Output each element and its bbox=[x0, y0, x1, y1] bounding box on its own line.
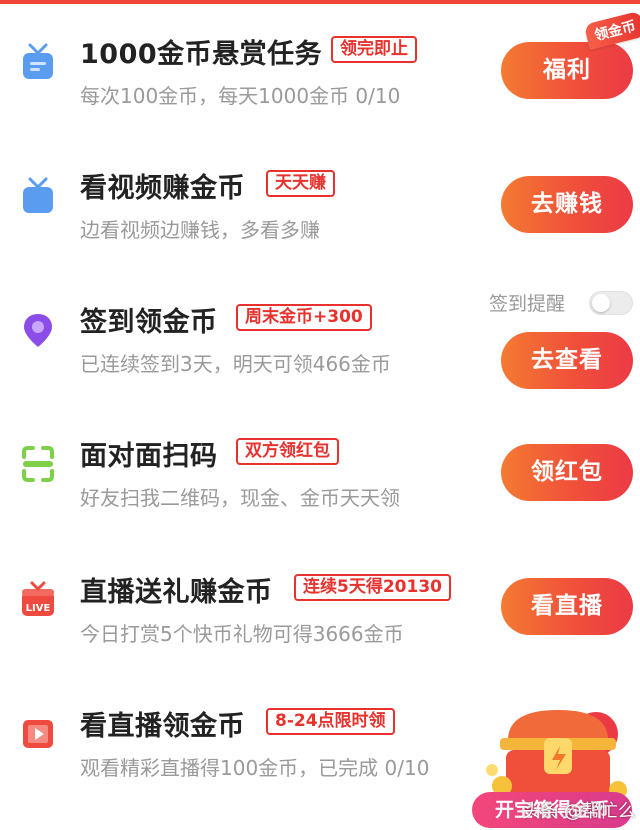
task-description: 边看视频边赚钱，多看多赚 bbox=[80, 218, 320, 242]
task-badge: 领完即止 bbox=[331, 36, 417, 63]
task-reward-bounty: 1000金币悬赏任务 领完即止 每次100金币，每天1000金币 0/10 福利… bbox=[0, 10, 640, 158]
welfare-button[interactable]: 福利 bbox=[501, 42, 633, 99]
task-badge: 周末金币+300 bbox=[236, 304, 372, 331]
task-live-gift: LIVE 直播送礼赚金币 连续5天得20130 今日打赏5个快币礼物可得3666… bbox=[0, 574, 640, 696]
top-accent-bar bbox=[0, 0, 640, 4]
task-face-to-face-scan: 面对面扫码 双方领红包 好友扫我二维码，现金、金币天天领 领红包 bbox=[0, 438, 640, 560]
task-title: 签到领金币 bbox=[80, 307, 218, 338]
watch-live-button[interactable]: 看直播 bbox=[501, 578, 633, 635]
open-treasure-chest-button[interactable]: 开宝箱得金币 bbox=[472, 792, 632, 828]
view-button[interactable]: 去查看 bbox=[501, 332, 633, 389]
red-packet-button[interactable]: 领红包 bbox=[501, 444, 633, 501]
coin-ribbon-badge: 领金币 bbox=[583, 10, 640, 50]
live-gift-icon: LIVE bbox=[22, 581, 54, 616]
play-icon bbox=[23, 720, 53, 748]
task-title: 1000金币悬赏任务 bbox=[80, 39, 323, 70]
check-in-reminder-label: 签到提醒 bbox=[489, 293, 566, 315]
task-badge: 天天赚 bbox=[266, 170, 335, 197]
task-description: 今日打赏5个快币礼物可得3666金币 bbox=[80, 622, 404, 646]
gift-tv-icon bbox=[23, 43, 53, 79]
task-badge: 连续5天得20130 bbox=[294, 574, 451, 601]
task-badge: 8-24点限时领 bbox=[266, 708, 395, 735]
svg-text:LIVE: LIVE bbox=[26, 603, 51, 614]
task-title: 直播送礼赚金币 bbox=[80, 577, 273, 608]
task-title: 看直播领金币 bbox=[80, 711, 245, 742]
task-description: 好友扫我二维码，现金、金币天天领 bbox=[80, 486, 400, 510]
task-check-in: 签到领金币 周末金币+300 已连续签到3天，明天可领466金币 去查看 bbox=[0, 304, 640, 426]
toggle-knob bbox=[592, 294, 610, 312]
task-watch-video: 看视频赚金币 天天赚 边看视频边赚钱，多看多赚 去赚钱 bbox=[0, 170, 640, 292]
check-in-reminder-toggle[interactable] bbox=[589, 291, 633, 315]
task-description: 每次100金币，每天1000金币 0/10 bbox=[80, 84, 401, 108]
task-title: 看视频赚金币 bbox=[80, 173, 245, 204]
task-description: 观看精彩直播得100金币，已完成 0/10 bbox=[80, 756, 430, 780]
scan-icon bbox=[22, 446, 54, 482]
task-badge: 双方领红包 bbox=[236, 438, 339, 465]
task-description: 已连续签到3天，明天可领466金币 bbox=[80, 352, 391, 376]
tv-icon bbox=[23, 177, 53, 213]
earn-money-button[interactable]: 去赚钱 bbox=[501, 176, 633, 233]
task-title: 面对面扫码 bbox=[80, 441, 218, 472]
location-pin-icon bbox=[24, 314, 52, 347]
